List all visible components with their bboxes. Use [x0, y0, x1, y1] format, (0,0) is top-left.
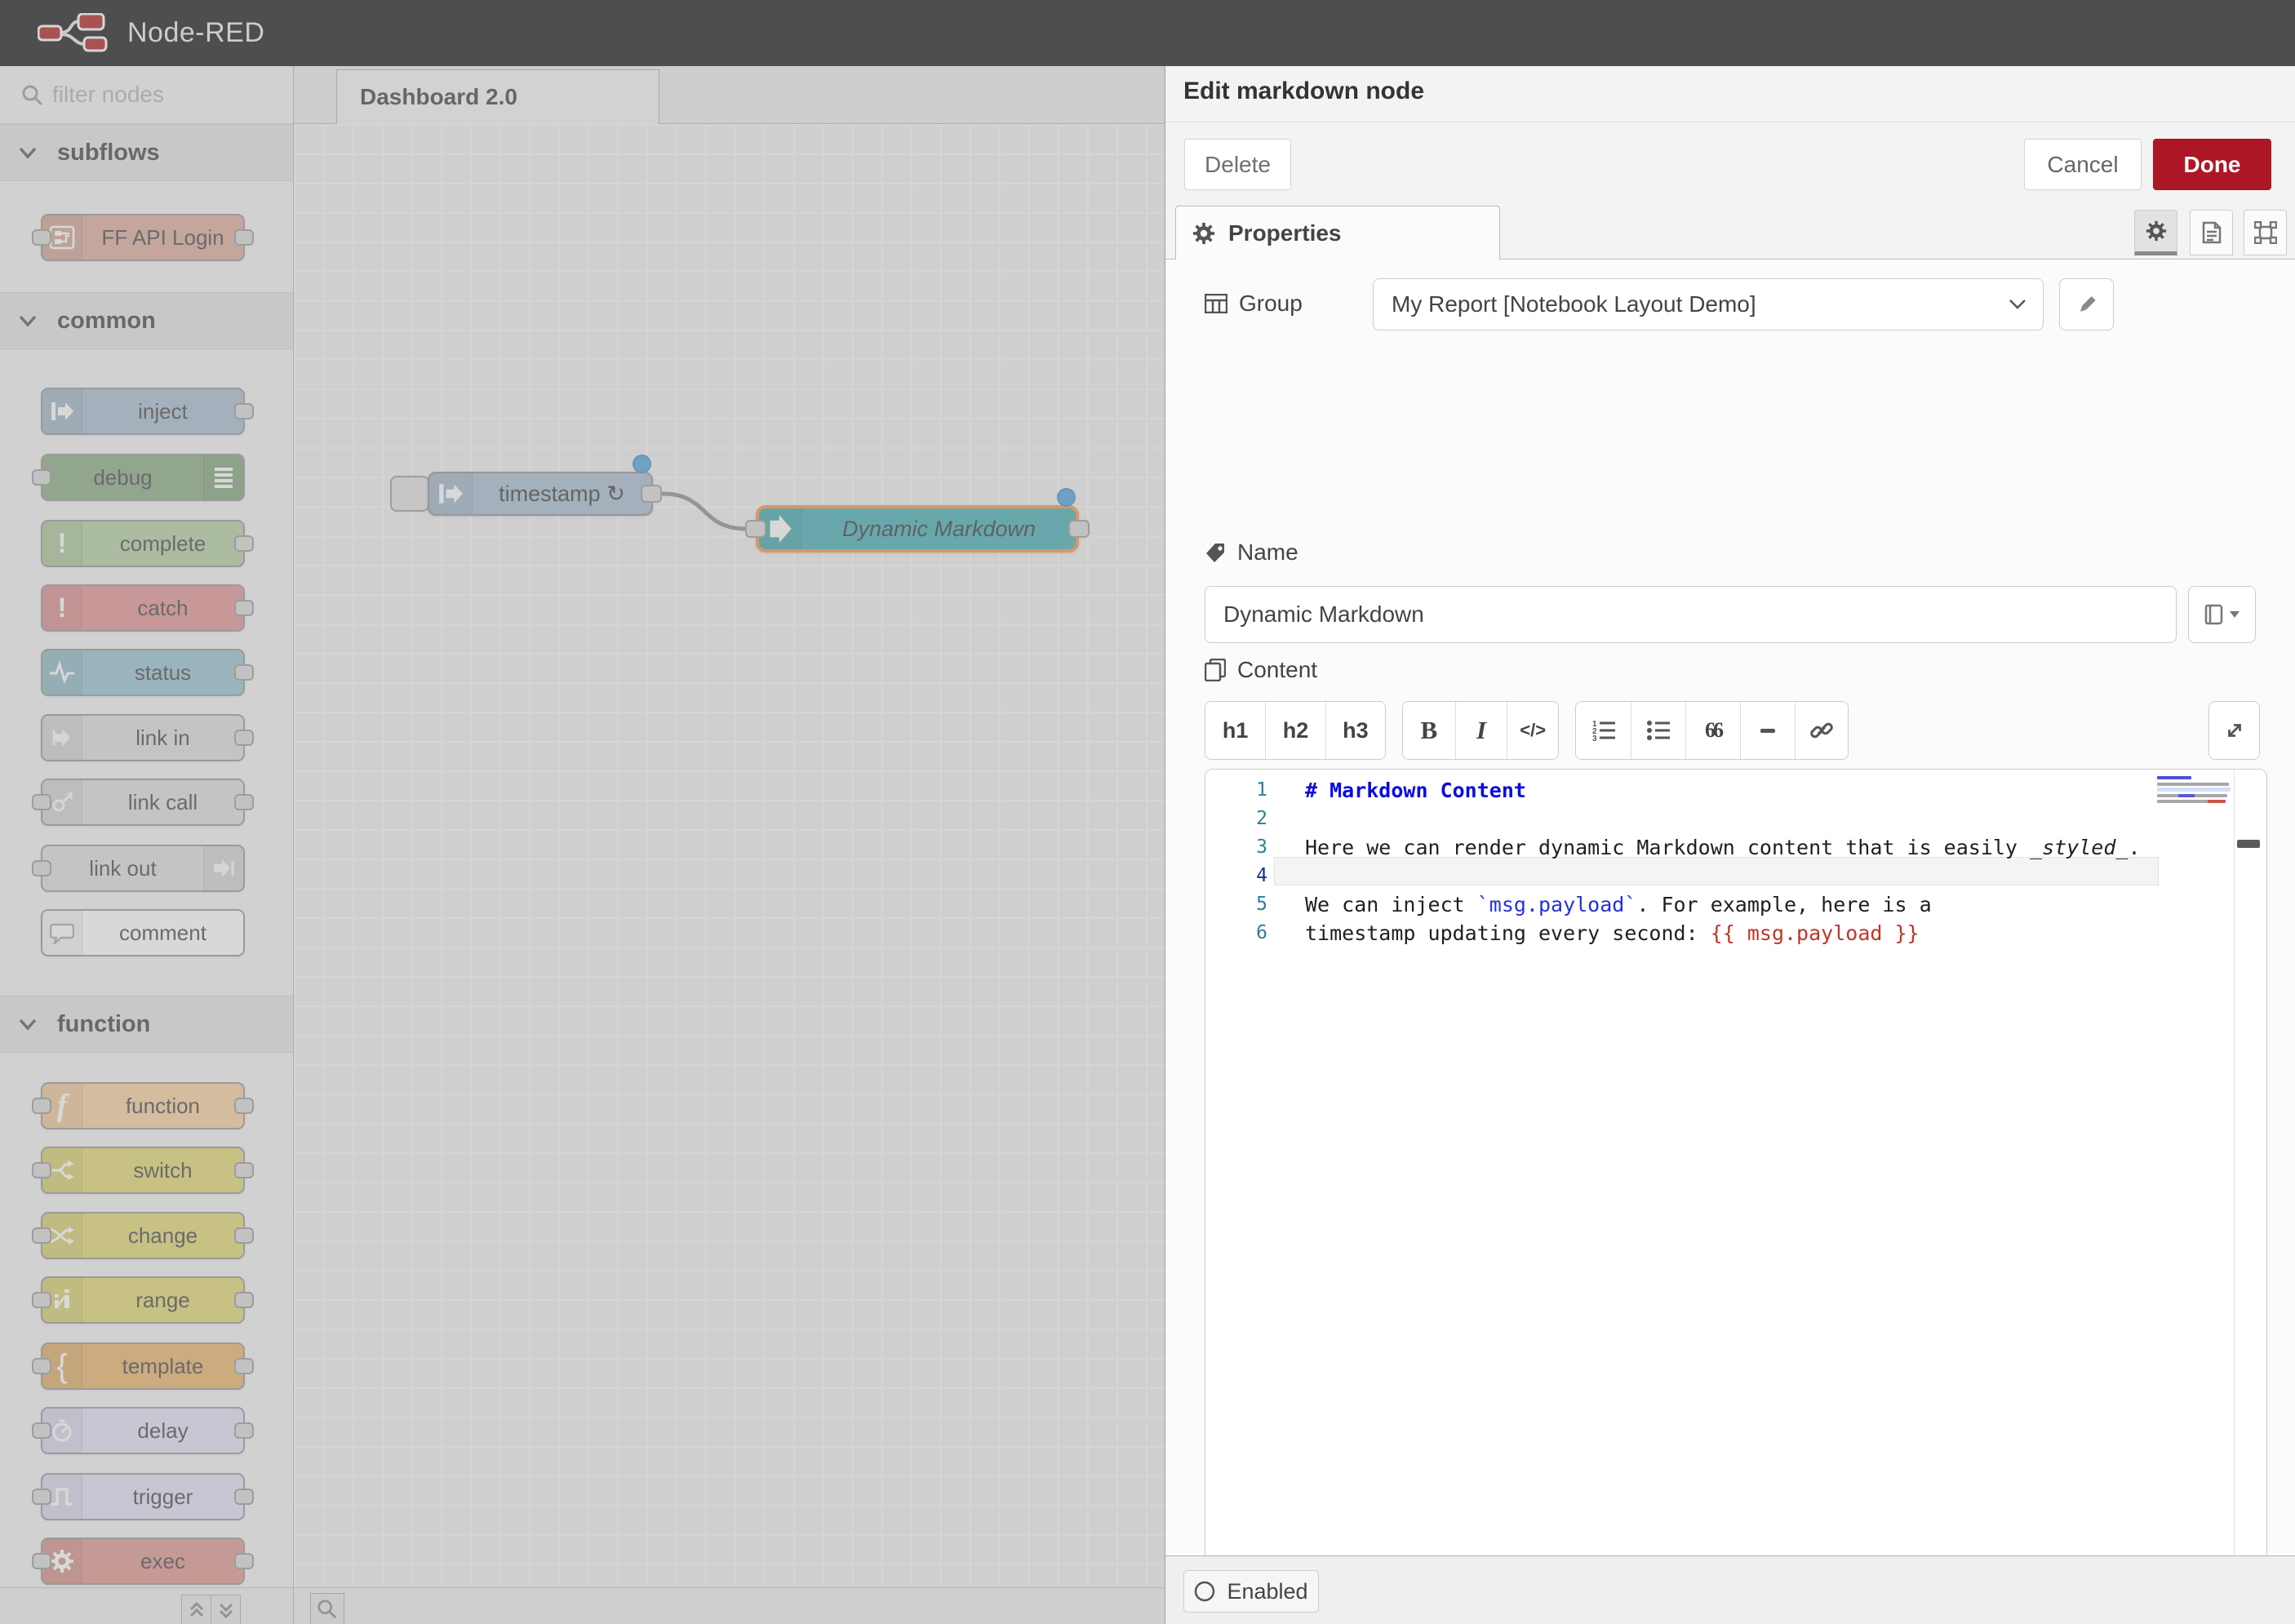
gear-icon — [1192, 222, 1215, 245]
content-field-label: Content — [1205, 657, 1317, 683]
edit-group-button[interactable] — [2059, 278, 2114, 331]
table-icon — [1205, 294, 1227, 313]
pages-icon — [1205, 659, 1226, 681]
tab-properties-icon-button[interactable] — [2134, 210, 2177, 255]
editor-overview-ruler[interactable] — [2234, 770, 2266, 1624]
editor-cursor-marker — [2237, 840, 2260, 848]
app-title: Node-RED — [127, 17, 264, 49]
tray-title: Edit markdown node — [1183, 78, 1424, 105]
ordered-list-icon[interactable]: 123 — [1576, 702, 1631, 759]
done-button[interactable]: Done — [2153, 139, 2271, 190]
svg-text:3: 3 — [1592, 734, 1597, 742]
unordered-list-icon[interactable] — [1631, 702, 1685, 759]
list-button-group: 123 66 — [1575, 701, 1849, 760]
node-red-logo: Node-RED — [38, 13, 264, 54]
code-button[interactable]: </> — [1507, 702, 1558, 759]
enabled-toggle-button[interactable]: Enabled — [1183, 1570, 1319, 1613]
editor-line: 3 Here we can render dynamic Markdown co… — [1205, 833, 2266, 862]
group-field-label: Group — [1205, 291, 1303, 317]
workspace-shade-overlay — [0, 66, 1165, 1624]
heading-button-group: h1 h2 h3 — [1205, 701, 1386, 760]
expand-icon[interactable] — [2209, 702, 2259, 759]
horizontal-rule-icon[interactable] — [1740, 702, 1795, 759]
tray-tabs-row: Properties — [1165, 206, 2295, 260]
tray-footer: Enabled — [1165, 1555, 2295, 1624]
node-red-app: Node-RED subflows FF API Login common — [0, 0, 2295, 1624]
app-header: Node-RED — [0, 0, 2295, 66]
markdown-code-editor[interactable]: 1 # Markdown Content 2 3 Here we can ren… — [1205, 769, 2267, 1624]
dropdown-arrow-icon — [2229, 610, 2240, 619]
editor-minimap — [2157, 774, 2232, 832]
editor-line: 5 We can inject `msg.payload`. For examp… — [1205, 890, 2266, 919]
editor-line: 6 timestamp updating every second: {{ ms… — [1205, 919, 2266, 947]
tab-appearance-icon-button[interactable] — [2244, 210, 2287, 255]
h2-button[interactable]: h2 — [1265, 702, 1325, 759]
document-icon — [2202, 221, 2222, 244]
pencil-icon — [2076, 294, 2097, 315]
group-select[interactable]: My Report [Notebook Layout Demo] — [1373, 278, 2044, 331]
edit-node-tray: Edit markdown node Delete Cancel Done Pr… — [1165, 66, 2295, 1624]
circle-icon — [1194, 1581, 1215, 1602]
editor-line: 2 — [1205, 805, 2266, 833]
h1-button[interactable]: h1 — [1205, 702, 1265, 759]
delete-button[interactable]: Delete — [1184, 139, 1291, 190]
editor-line-current: 4 — [1205, 862, 2266, 890]
bold-button[interactable]: B — [1403, 702, 1455, 759]
chevron-down-icon — [2009, 299, 2026, 310]
node-red-logo-icon — [38, 13, 113, 54]
label-options-button[interactable] — [2188, 586, 2256, 643]
name-field-label: Name — [1205, 539, 1298, 566]
tag-icon — [1205, 542, 1226, 563]
tab-properties[interactable]: Properties — [1175, 206, 1500, 260]
format-button-group: B I </> — [1402, 701, 1559, 760]
h3-button[interactable]: h3 — [1325, 702, 1385, 759]
cancel-button[interactable]: Cancel — [2024, 139, 2142, 190]
gear-icon — [2146, 220, 2167, 242]
expand-editor-group — [2208, 701, 2260, 760]
italic-button[interactable]: I — [1455, 702, 1507, 759]
tab-description-icon-button[interactable] — [2190, 210, 2233, 255]
name-input[interactable] — [1205, 586, 2177, 643]
editor-line: 1 # Markdown Content — [1205, 776, 2266, 805]
blockquote-icon[interactable]: 66 — [1685, 702, 1740, 759]
appearance-icon — [2254, 221, 2277, 244]
book-icon — [2204, 603, 2224, 626]
link-icon[interactable] — [1795, 702, 1848, 759]
tray-form: Group My Report [Notebook Layout Demo] N… — [1165, 260, 2295, 1555]
